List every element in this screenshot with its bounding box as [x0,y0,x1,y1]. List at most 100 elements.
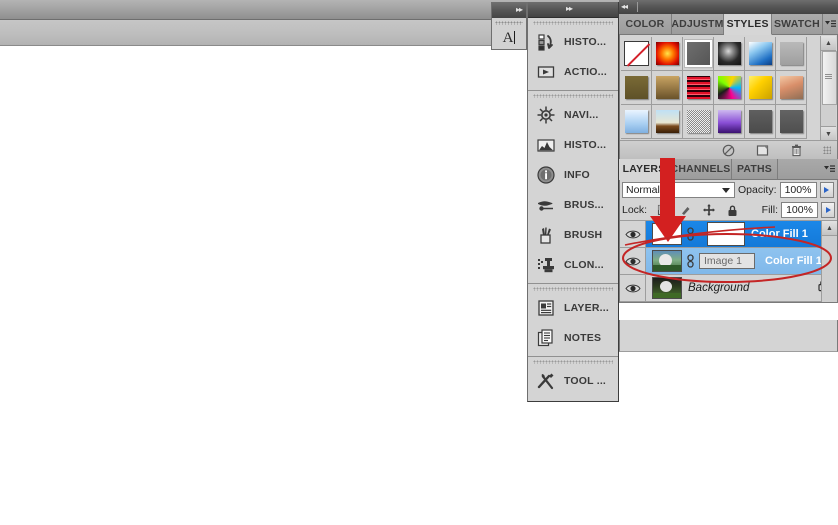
styles-panel-menu-icon[interactable] [823,14,838,34]
style-swatch-cell[interactable] [776,37,807,71]
style-swatch-cell[interactable] [652,71,683,105]
style-swatch-cell[interactable] [714,71,745,105]
dock-item-brush[interactable]: BRUSH [528,220,618,250]
photoshop-window: ▸▸ A ▸▸ HISTO... ACTIO... NAVI... HISTO.… [0,0,838,525]
styles-scrollbar[interactable]: ▲ ▼ [820,36,837,141]
style-swatch-cell[interactable] [745,37,776,71]
dock-item-histogram[interactable]: HISTO... [528,130,618,160]
style-swatch-cell-selected[interactable] [683,37,714,71]
new-style-icon[interactable] [755,143,770,158]
collapse-dock-chevron-icon[interactable]: ◂◂ [621,3,628,11]
dock-item-layer-comps[interactable]: LAYER... [528,293,618,323]
layer-name[interactable]: Background [688,282,749,294]
link-layers-icon[interactable] [685,227,696,241]
layer-visibility-toggle[interactable] [620,275,646,301]
dock-item-notes[interactable]: NOTES [528,323,618,353]
style-swatch-cell[interactable] [652,105,683,139]
fill-input[interactable]: 100% [781,202,818,218]
layers-panel-menu-icon[interactable] [821,159,838,179]
tab-swatches[interactable]: SWATCH [772,14,823,34]
swatch-none-icon [623,41,649,66]
collapse-chevron-icon[interactable]: ▸▸ [516,6,523,14]
style-swatch-cell[interactable] [714,105,745,139]
layer-mask-thumbnail[interactable] [707,222,745,246]
dock-item-label: ACTIO... [564,66,608,78]
scrollbar-thumb[interactable] [822,51,837,105]
fill-label: Fill: [761,204,778,216]
tab-channels[interactable]: CHANNELS [670,159,732,179]
tab-adjustments[interactable]: ADJUSTM [671,14,724,34]
layers-blend-row: Normal Opacity: 100% [620,180,837,200]
lock-image-pixels-icon[interactable] [679,203,693,217]
blend-mode-value: Normal [626,184,660,196]
delete-style-icon[interactable] [789,143,804,158]
tab-label: LAYERS [622,163,666,175]
style-swatch [748,42,772,65]
tab-paths[interactable]: PATHS [732,159,778,179]
style-swatch-cell[interactable] [683,71,714,105]
scroll-up-button[interactable]: ▲ [821,36,836,51]
style-swatch-cell[interactable] [621,105,652,139]
dock-item-actions[interactable]: ACTIO... [528,57,618,87]
tab-styles[interactable]: STYLES [723,14,773,35]
style-swatch-cell[interactable] [745,71,776,105]
link-layers-icon[interactable] [685,254,696,268]
panel-resize-grip[interactable] [823,146,831,154]
scroll-up-button[interactable]: ▲ [822,221,837,236]
lock-all-icon[interactable] [725,203,739,217]
style-swatch [624,110,648,133]
dock-item-clone-source[interactable]: CLON... [528,250,618,280]
style-swatch-cell[interactable] [776,105,807,139]
dock-item-history[interactable]: HISTO... [528,27,618,57]
dock-item-brush-presets[interactable]: BRUS... [528,190,618,220]
dock-item-label: HISTO... [564,36,607,48]
brush-presets-icon [535,194,557,216]
layer-row[interactable]: Background [620,275,837,302]
style-swatch-cell[interactable] [745,105,776,139]
history-icon [535,31,557,53]
layer-row[interactable]: Color Fill 1 [620,221,837,248]
dock-item-info[interactable]: INFO [528,160,618,190]
tab-color[interactable]: COLOR [619,14,672,34]
layer-visibility-toggle[interactable] [620,221,646,247]
style-swatch [779,76,803,99]
dock-item-navigator[interactable]: NAVI... [528,100,618,130]
layer-row[interactable]: Image 1 Color Fill 1 [620,248,837,275]
opacity-input[interactable]: 100% [779,182,817,198]
layer-name-edit-input[interactable]: Image 1 [699,253,755,269]
lock-transparent-pixels-icon[interactable] [656,203,670,217]
styles-swatch-grid [621,37,807,139]
dock-titlebar: ▸▸ [528,2,618,18]
style-swatch [686,42,710,65]
opacity-slider-button[interactable] [819,182,834,198]
style-swatch [779,110,803,133]
style-swatch-cell[interactable] [652,37,683,71]
layer-visibility-toggle[interactable] [620,248,646,274]
brush-icon [535,224,557,246]
style-swatch-cell[interactable] [714,37,745,71]
lock-position-icon[interactable] [702,203,716,217]
layer-thumbnail[interactable] [652,277,682,299]
blend-mode-select[interactable]: Normal [622,182,735,198]
layers-scrollbar[interactable]: ▲ [821,221,837,302]
layer-thumbnail[interactable] [652,223,682,245]
text-caret-icon [514,31,516,44]
expand-dock-chevron-icon[interactable]: ▸▸ [566,5,573,13]
layer-name[interactable]: Color Fill 1 [751,228,808,240]
style-swatch-cell[interactable] [621,71,652,105]
clear-style-icon[interactable] [721,143,736,158]
tab-layers[interactable]: LAYERS [619,159,670,180]
fill-slider-button[interactable] [821,202,835,218]
style-swatch-cell[interactable] [683,105,714,139]
layer-thumbnail[interactable] [652,250,682,272]
style-swatch-cell[interactable] [621,37,652,71]
scroll-down-button[interactable]: ▼ [821,126,836,141]
tab-label: SWATCH [773,18,820,30]
notes-icon [535,327,557,349]
dock-group-1: HISTO... ACTIO... [528,21,618,91]
style-swatch-cell[interactable] [776,71,807,105]
style-swatch [686,110,710,133]
dock-item-tool-presets[interactable]: TOOL ... [528,366,618,396]
tool-preset-flyout[interactable]: ▸▸ A [491,2,527,50]
layer-name[interactable]: Color Fill 1 [765,255,822,267]
